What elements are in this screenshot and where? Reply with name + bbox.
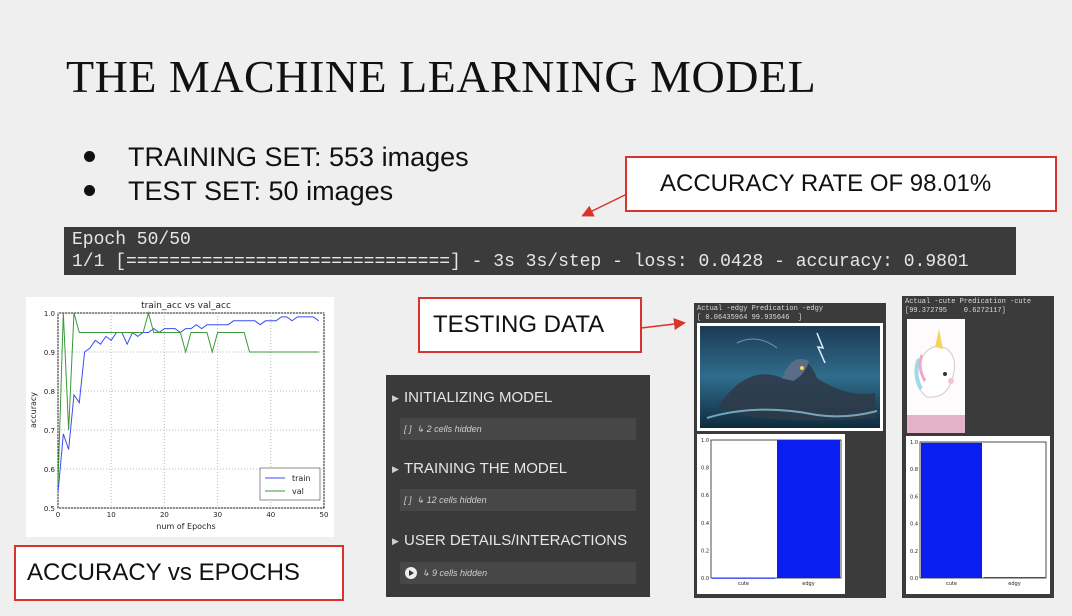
accuracy-callout-arrow [581, 193, 628, 217]
section-title: USER DETAILS/INTERACTIONS [404, 532, 628, 549]
x-tick-label: 50 [320, 511, 329, 519]
prediction-header: Actual -cute Predication -cute [905, 298, 1032, 306]
accuracy-chart-svg: train_acc vs val_acc num of Epochs accur… [29, 301, 329, 531]
accuracy-chart: train_acc vs val_acc num of Epochs accur… [26, 297, 334, 537]
prediction-scores: [ 0.06435964 99.935646 ] [697, 314, 803, 322]
bar-y-tick-label: 0.6 [701, 493, 709, 499]
hidden-cells-text: ↳ 2 cells hidden [416, 424, 482, 434]
hidden-cells-text: ↳ 9 cells hidden [422, 568, 488, 578]
chevron-right-icon: ▶ [392, 536, 399, 546]
bar-y-tick-label: 0.0 [910, 576, 918, 582]
bullet-test-set: TEST SET: 50 images [84, 174, 469, 208]
slide: THE MACHINE LEARNING MODEL TRAINING SET:… [0, 0, 1072, 616]
prediction-scores: [99.372795 0.6272117] [905, 307, 1006, 315]
bar-y-tick-label: 0.4 [701, 521, 709, 527]
accuracy-vs-epochs-callout: ACCURACY vs EPOCHS [14, 545, 344, 601]
notebook-section-initializing[interactable]: ▶ INITIALIZING MODEL [ ] ↳ 2 cells hidden [386, 387, 650, 440]
slide-title: THE MACHINE LEARNING MODEL [66, 51, 817, 102]
bar-y-tick-label: 1.0 [910, 440, 918, 446]
terminal-line-metrics: 1/1 [==============================] - 3… [72, 252, 969, 272]
chart-title: train_acc vs val_acc [141, 301, 231, 311]
bar-y-tick-label: 0.8 [910, 467, 918, 473]
bullet-dot-icon [84, 185, 95, 197]
prediction-chart-edgy: 0.0 0.2 0.4 0.6 0.8 1.0 cute edgy [697, 434, 845, 594]
y-tick-label: 0.6 [44, 466, 56, 474]
x-tick-label: 10 [107, 511, 116, 519]
legend-box [259, 467, 321, 501]
cell-brackets: [ ] [404, 424, 412, 434]
prediction-header: Actual -edgy Predication -edgy [697, 305, 824, 313]
bullet-list: TRAINING SET: 553 images TEST SET: 50 im… [84, 140, 469, 208]
chevron-right-icon: ▶ [392, 464, 399, 474]
unicorn-image [907, 319, 965, 433]
bullet-dot-icon [84, 151, 95, 163]
bullet-training-set: TRAINING SET: 553 images [84, 140, 469, 174]
hidden-cells-bar[interactable]: [ ] ↳ 12 cells hidden [400, 489, 636, 511]
chart-ylabel: accuracy [29, 392, 38, 428]
y-tick-label: 0.8 [44, 388, 55, 396]
section-header[interactable]: ▶ TRAINING THE MODEL [386, 458, 650, 480]
y-tick-label: 1.0 [44, 310, 55, 318]
play-icon[interactable] [405, 567, 417, 579]
dragon-image-icon [700, 326, 880, 428]
terminal-line-epoch: Epoch 50/50 [72, 230, 191, 250]
y-tick-label: 0.7 [44, 427, 55, 435]
prediction-chart-cute: 0.0 0.2 0.4 0.6 0.8 1.0 cute edgy [906, 436, 1050, 594]
bar-y-tick-label: 0.4 [910, 522, 918, 528]
accuracy-rate-text: ACCURACY RATE OF 98.01% [660, 170, 992, 197]
prediction-bar-chart: 0.0 0.2 0.4 0.6 0.8 1.0 cute edgy [910, 440, 1047, 587]
section-header[interactable]: ▶ USER DETAILS/INTERACTIONS [386, 530, 650, 552]
bar-y-tick-label: 0.2 [910, 549, 918, 555]
bar-y-tick-label: 0.6 [910, 494, 918, 500]
section-title: INITIALIZING MODEL [404, 389, 553, 406]
bullet-text: TEST SET: 50 images [128, 176, 394, 206]
bar-y-tick-label: 1.0 [701, 438, 709, 444]
notebook-section-training[interactable]: ▶ TRAINING THE MODEL [ ] ↳ 12 cells hidde… [386, 458, 650, 511]
accuracy-rate-callout: ACCURACY RATE OF 98.01% [625, 156, 1057, 212]
notebook-panel: ▶ INITIALIZING MODEL [ ] ↳ 2 cells hidden… [386, 375, 650, 597]
prediction-panel-cute: Actual -cute Predication -cute [99.37279… [902, 296, 1054, 598]
dragon-image [697, 323, 883, 431]
bar-cute [921, 442, 982, 578]
testing-data-text: TESTING DATA [433, 311, 605, 338]
chart-plot-area: 0.5 0.6 0.7 0.8 0.9 1.0 0 10 20 30 40 50 train val [44, 310, 329, 519]
prediction-panel-edgy: Actual -edgy Predication -edgy [ 0.06435… [694, 303, 886, 598]
legend-label-train: train [292, 474, 311, 483]
bullet-text: TRAINING SET: 553 images [128, 142, 469, 172]
bar-y-tick-label: 0.0 [701, 576, 709, 582]
cell-brackets: [ ] [404, 495, 412, 505]
accuracy-vs-epochs-text: ACCURACY vs EPOCHS [27, 559, 300, 586]
y-tick-label: 0.9 [44, 349, 55, 357]
bar-edgy [777, 440, 840, 578]
x-tick-label: 30 [213, 511, 222, 519]
prediction-bar-chart: 0.0 0.2 0.4 0.6 0.8 1.0 cute edgy [701, 438, 842, 587]
hidden-cells-bar[interactable]: [ ] ↳ 2 cells hidden [400, 418, 636, 440]
bar-label-cute: cute [738, 581, 749, 587]
bar-y-tick-label: 0.2 [701, 548, 709, 554]
bar-label-edgy: edgy [1008, 581, 1020, 587]
notebook-section-user-details[interactable]: ▶ USER DETAILS/INTERACTIONS ↳ 9 cells hid… [386, 530, 650, 584]
hidden-cells-text: ↳ 12 cells hidden [416, 495, 487, 505]
section-title: TRAINING THE MODEL [404, 460, 568, 477]
bar-y-tick-label: 0.8 [701, 466, 709, 472]
unicorn-image-icon [907, 319, 965, 433]
y-tick-label: 0.5 [44, 505, 55, 513]
legend-label-val: val [292, 487, 304, 496]
bar-cute [712, 577, 775, 579]
chart-xlabel: num of Epochs [156, 522, 215, 531]
chevron-right-icon: ▶ [392, 393, 399, 403]
bar-label-cute: cute [946, 581, 957, 587]
training-output-terminal: Epoch 50/50 1/1 [=======================… [64, 227, 1016, 275]
testing-data-arrow [640, 318, 686, 331]
x-tick-label: 0 [56, 511, 60, 519]
testing-data-callout: TESTING DATA [418, 297, 642, 353]
bar-edgy [984, 577, 1045, 578]
bar-label-edgy: edgy [802, 581, 814, 587]
hidden-cells-bar[interactable]: ↳ 9 cells hidden [400, 562, 636, 584]
x-tick-label: 40 [266, 511, 275, 519]
section-header[interactable]: ▶ INITIALIZING MODEL [386, 387, 650, 409]
x-tick-label: 20 [160, 511, 169, 519]
